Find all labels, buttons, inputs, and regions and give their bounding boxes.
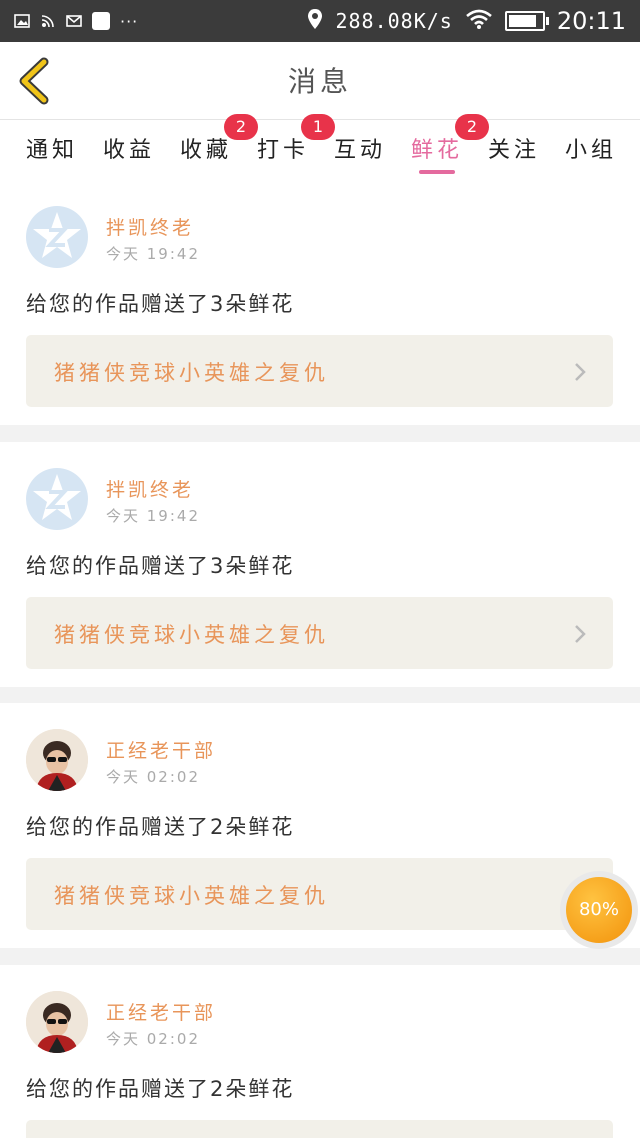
loading-percent: 80% <box>566 877 632 943</box>
work-link[interactable] <box>26 1120 613 1138</box>
photo-avatar[interactable] <box>26 729 88 791</box>
tab-checkin[interactable]: 打卡 <box>257 132 309 164</box>
photo-avatar[interactable] <box>26 991 88 1053</box>
image-icon <box>14 14 30 28</box>
tab-badge-checkin: 1 <box>301 114 335 140</box>
message-text: 给您的作品赠送了2朵鲜花 <box>26 1077 295 1101</box>
message-text: 给您的作品赠送了2朵鲜花 <box>26 815 295 839</box>
loading-indicator[interactable]: 80% <box>560 871 638 949</box>
tab-notifications[interactable]: 通知 <box>26 132 78 164</box>
sender-name[interactable]: 正经老干部 <box>106 998 216 1025</box>
work-title: 猪猪侠竞球小英雄之复仇 <box>54 623 329 647</box>
tab-interactions[interactable]: 互动 <box>334 132 386 164</box>
location-icon <box>307 8 323 34</box>
tab-earnings[interactable]: 收益 <box>103 132 155 164</box>
sender-name[interactable]: 拌凯终老 <box>106 475 194 502</box>
work-link[interactable]: 猪猪侠竞球小英雄之复仇 <box>26 858 613 930</box>
clock: 20:11 <box>556 7 626 35</box>
work-title: 猪猪侠竞球小英雄之复仇 <box>54 884 329 908</box>
status-bar: ··· 288.08K/s 20:11 <box>0 0 640 42</box>
message-card: 拌凯终老 今天 19:42 给您的作品赠送了3朵鲜花 猪猪侠竞球小英雄之复仇 <box>0 442 640 687</box>
work-link[interactable]: 猪猪侠竞球小英雄之复仇 <box>26 335 613 407</box>
default-avatar[interactable] <box>26 206 88 268</box>
cast-icon <box>40 14 56 28</box>
more-notifications: ··· <box>120 11 139 31</box>
page-title: 消息 <box>287 65 352 98</box>
tab-following[interactable]: 关注 <box>488 132 540 164</box>
chevron-right-icon <box>575 363 586 381</box>
tab-favorites[interactable]: 收藏 <box>180 132 232 164</box>
message-time: 今天 19:42 <box>106 507 200 525</box>
tab-flowers[interactable]: 鲜花 <box>411 132 463 174</box>
default-avatar[interactable] <box>26 468 88 530</box>
message-card: 正经老干部 今天 02:02 给您的作品赠送了2朵鲜花 猪猪侠竞球小英雄之复仇 <box>0 703 640 948</box>
message-time: 今天 02:02 <box>106 768 200 786</box>
sender-name[interactable]: 拌凯终老 <box>106 213 194 240</box>
message-card: 拌凯终老 今天 19:42 给您的作品赠送了3朵鲜花 猪猪侠竞球小英雄之复仇 <box>0 180 640 425</box>
network-speed: 288.08K/s <box>335 9 453 33</box>
app-icon <box>92 12 110 30</box>
message-time: 今天 19:42 <box>106 245 200 263</box>
active-tab-indicator <box>419 170 456 174</box>
work-link[interactable]: 猪猪侠竞球小英雄之复仇 <box>26 597 613 669</box>
tab-badge-favorites: 2 <box>224 114 258 140</box>
message-text: 给您的作品赠送了3朵鲜花 <box>26 292 295 316</box>
tab-groups[interactable]: 小组 <box>565 132 617 164</box>
sender-name[interactable]: 正经老干部 <box>106 736 216 763</box>
chevron-right-icon <box>575 625 586 643</box>
wifi-icon <box>465 8 493 34</box>
tab-badge-flowers: 2 <box>455 114 489 140</box>
message-time: 今天 02:02 <box>106 1030 200 1048</box>
mail-icon <box>66 14 82 28</box>
work-title: 猪猪侠竞球小英雄之复仇 <box>54 361 329 385</box>
message-text: 给您的作品赠送了3朵鲜花 <box>26 554 295 578</box>
battery-icon <box>504 11 549 31</box>
message-card: 正经老干部 今天 02:02 给您的作品赠送了2朵鲜花 <box>0 965 640 1138</box>
nav-bar: 消息 <box>0 42 640 120</box>
